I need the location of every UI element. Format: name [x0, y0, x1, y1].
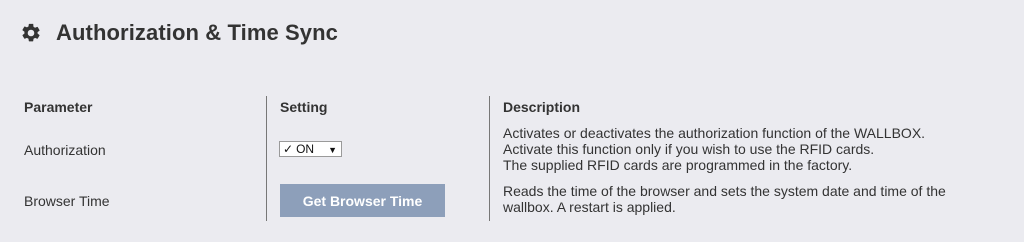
- parameter-label-browser-time: Browser Time: [24, 193, 110, 209]
- check-icon: ✓: [283, 142, 294, 156]
- dropdown-arrow-icon: ▼: [328, 145, 337, 155]
- description-line: Reads the time of the browser and sets t…: [503, 183, 946, 199]
- description-browser-time: Reads the time of the browser and sets t…: [503, 183, 1003, 215]
- description-line: The supplied RFID cards are programmed i…: [503, 157, 853, 173]
- description-line: wallbox. A restart is applied.: [503, 199, 676, 215]
- description-authorization: Activates or deactivates the authorizati…: [503, 125, 1003, 173]
- description-line: Activates or deactivates the authorizati…: [503, 125, 926, 141]
- parameter-label-authorization: Authorization: [24, 142, 106, 158]
- description-line: Activate this function only if you wish …: [503, 141, 875, 157]
- authorization-select[interactable]: ✓ ON ▼: [279, 141, 342, 157]
- get-browser-time-button[interactable]: Get Browser Time: [280, 184, 445, 217]
- column-divider: [489, 96, 490, 221]
- page-header: Authorization & Time Sync: [20, 18, 338, 48]
- column-header-parameter: Parameter: [24, 99, 93, 115]
- gear-icon: [20, 22, 42, 44]
- page-title: Authorization & Time Sync: [56, 20, 339, 45]
- column-header-description: Description: [503, 99, 581, 115]
- column-header-setting: Setting: [280, 99, 328, 115]
- column-divider: [266, 96, 267, 221]
- authorization-select-value: ON: [296, 142, 315, 156]
